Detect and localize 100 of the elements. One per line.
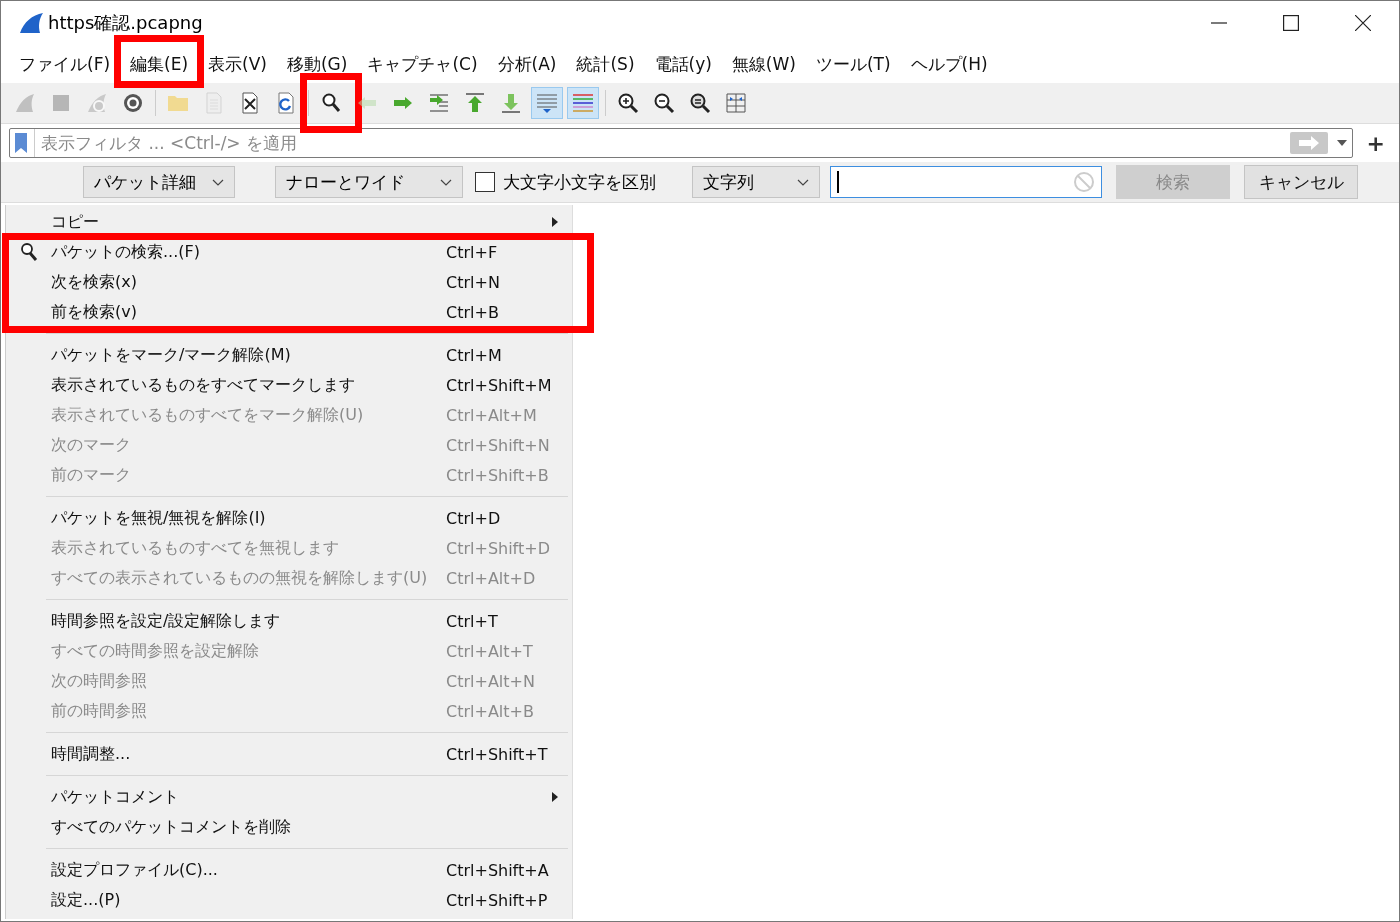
shortcut-text: Ctrl+N [446, 272, 501, 292]
menu-entry-label: パケットコメント [51, 786, 180, 808]
bookmark-icon [14, 132, 28, 154]
menu-item[interactable]: 編集(E) [122, 50, 197, 78]
shortcut-text: Ctrl+Alt+N [446, 671, 536, 691]
chevron-down-icon [797, 178, 809, 186]
shortcut-text: Ctrl+Shift+P [446, 890, 549, 910]
window-title: https確認.pcapng [48, 11, 203, 35]
menu-item[interactable]: 表示(V) [200, 50, 275, 78]
shark-fin-icon [13, 91, 37, 115]
character-width-dropdown[interactable]: ナローとワイド [275, 166, 463, 198]
select-value: パケット詳細 [94, 170, 196, 194]
shortcut-text: Ctrl+Alt+M [446, 405, 538, 425]
menu-entry[interactable]: すべてのパケットコメントを削除 [6, 812, 572, 842]
menu-entry[interactable]: 時間参照を設定/設定解除します Ctrl+T [6, 606, 572, 636]
menu-item[interactable]: 移動(G) [278, 50, 356, 78]
close-icon [1355, 15, 1371, 31]
column-resize-icon [724, 91, 748, 115]
checkbox[interactable] [475, 172, 495, 192]
menu-entry-label: 表示されているものすべてをマーク解除(U) [51, 404, 365, 426]
shortcut-text: Ctrl+F [446, 242, 499, 262]
shortcut-text: Ctrl+T [446, 611, 499, 631]
right-arrow-icon [1297, 136, 1320, 150]
search-type-dropdown[interactable]: 文字列 [692, 166, 820, 198]
menu-entry-label: 時間調整... [51, 743, 132, 765]
menu-entry-label: すべての時間参照を設定解除 [51, 640, 260, 662]
menu-item[interactable]: 無線(W) [723, 50, 804, 78]
menu-entry-label: 設定...(P) [51, 889, 122, 911]
shortcut-text: Ctrl+Alt+T [446, 641, 534, 661]
search-in-dropdown[interactable]: パケット詳細 [83, 166, 235, 198]
chevron-down-icon [212, 178, 224, 186]
menu-entry[interactable]: 次を検索(x) Ctrl+N [6, 267, 572, 297]
zoom-reset-icon [688, 91, 712, 115]
menu-entry-label: パケットをマーク/マーク解除(M) [51, 344, 292, 366]
menu-entry-label: すべての表示されているものの無視を解除します(U) [51, 567, 429, 589]
shortcut-text: Ctrl+Shift+T [446, 744, 549, 764]
menu-entry-label: パケットの検索...(F) [51, 241, 201, 263]
menu-entry-label: 時間参照を設定/設定解除します [51, 610, 282, 632]
checkbox-label: 大文字小文字を区別 [503, 170, 656, 194]
chevron-down-icon [440, 178, 452, 186]
search-icon [18, 242, 39, 262]
zoom-in-icon [616, 91, 640, 115]
menu-entry[interactable]: 前を検索(v) Ctrl+B [6, 297, 572, 327]
shark-fin-icon [18, 12, 44, 34]
menu-item[interactable]: 統計(S) [568, 50, 643, 78]
colored-lines-icon [571, 91, 595, 115]
menu-entry-label: 表示されているものをすべてマークします [51, 374, 356, 396]
menu-entry-label: 表示されているものすべてを無視します [51, 537, 340, 559]
shortcut-text: Ctrl+Shift+N [446, 435, 551, 455]
shortcut-text: Ctrl+Shift+B [446, 465, 550, 485]
submenu-arrow-icon [552, 217, 558, 227]
menu-entry[interactable]: パケットの検索...(F) Ctrl+F [6, 237, 572, 267]
menu-item[interactable]: ツール(T) [807, 50, 899, 78]
minimize-icon [1211, 22, 1227, 24]
shortcut-text: Ctrl+Alt+D [446, 568, 537, 588]
restart-icon [85, 91, 109, 115]
menu-entry[interactable]: コピー [6, 207, 572, 237]
menu-entry-label: すべてのパケットコメントを削除 [51, 816, 292, 838]
shortcut-text: Ctrl+Shift+A [446, 860, 550, 880]
shortcut-text: Ctrl+Shift+D [446, 538, 551, 558]
submenu-arrow-icon [552, 792, 558, 802]
menu-entry-label: 次の時間参照 [51, 670, 148, 692]
gear-icon [121, 91, 145, 115]
menu-entry[interactable]: 設定プロファイル(C)... Ctrl+Shift+A [6, 855, 572, 885]
search-field[interactable] [830, 166, 1102, 198]
up-arrow-icon [463, 91, 487, 115]
shortcut-text: Ctrl+B [446, 302, 500, 322]
shortcut-text: Ctrl+D [446, 508, 502, 528]
menu-entry-label: 前を検索(v) [51, 301, 138, 323]
menu-entry-label: 前の時間参照 [51, 700, 148, 722]
menu-entry[interactable]: パケットコメント [6, 782, 572, 812]
add-filter-button[interactable]: + [1360, 130, 1391, 156]
select-value: ナローとワイド [286, 170, 405, 194]
menu-entry-label: 前のマーク [51, 464, 132, 486]
menu-item[interactable]: ファイル(F) [11, 50, 119, 78]
caret-icon [1336, 140, 1347, 146]
menu-entry[interactable]: 時間調整... Ctrl+Shift+T [6, 739, 572, 769]
clear-icon [1073, 171, 1095, 193]
shortcut-text: Ctrl+Shift+M [446, 375, 552, 395]
menu-entry[interactable]: 設定...(P) Ctrl+Shift+P [6, 885, 572, 915]
menu-item[interactable]: キャプチャ(C) [359, 50, 486, 78]
menu-item[interactable]: 電話(y) [646, 50, 720, 78]
menu-entry-label: パケットを無視/無視を解除(I) [51, 507, 267, 529]
menu-entry[interactable]: パケットをマーク/マーク解除(M) Ctrl+M [6, 340, 572, 370]
menu-entry-label: 次を検索(x) [51, 271, 138, 293]
menu-entry-label: 次のマーク [51, 434, 132, 456]
menu-entry-label: コピー [51, 211, 100, 233]
menu-entry[interactable]: パケットを無視/無視を解除(I) Ctrl+D [6, 503, 572, 533]
maximize-icon [1283, 15, 1299, 31]
menu-entry-label: 設定プロファイル(C)... [51, 859, 219, 881]
go-to-line-icon [427, 91, 451, 115]
scroll-lines-icon [535, 91, 559, 115]
shortcut-text: Ctrl+M [446, 345, 503, 365]
select-value: 文字列 [703, 170, 754, 194]
menu-item[interactable]: ヘルプ(H) [902, 50, 996, 78]
menu-entry[interactable]: 表示されているものをすべてマークします Ctrl+Shift+M [6, 370, 572, 400]
zoom-out-icon [652, 91, 676, 115]
down-arrow-icon [499, 91, 523, 115]
cancel-button[interactable]: キャンセル [1244, 165, 1358, 199]
menu-item[interactable]: 分析(A) [489, 50, 565, 78]
